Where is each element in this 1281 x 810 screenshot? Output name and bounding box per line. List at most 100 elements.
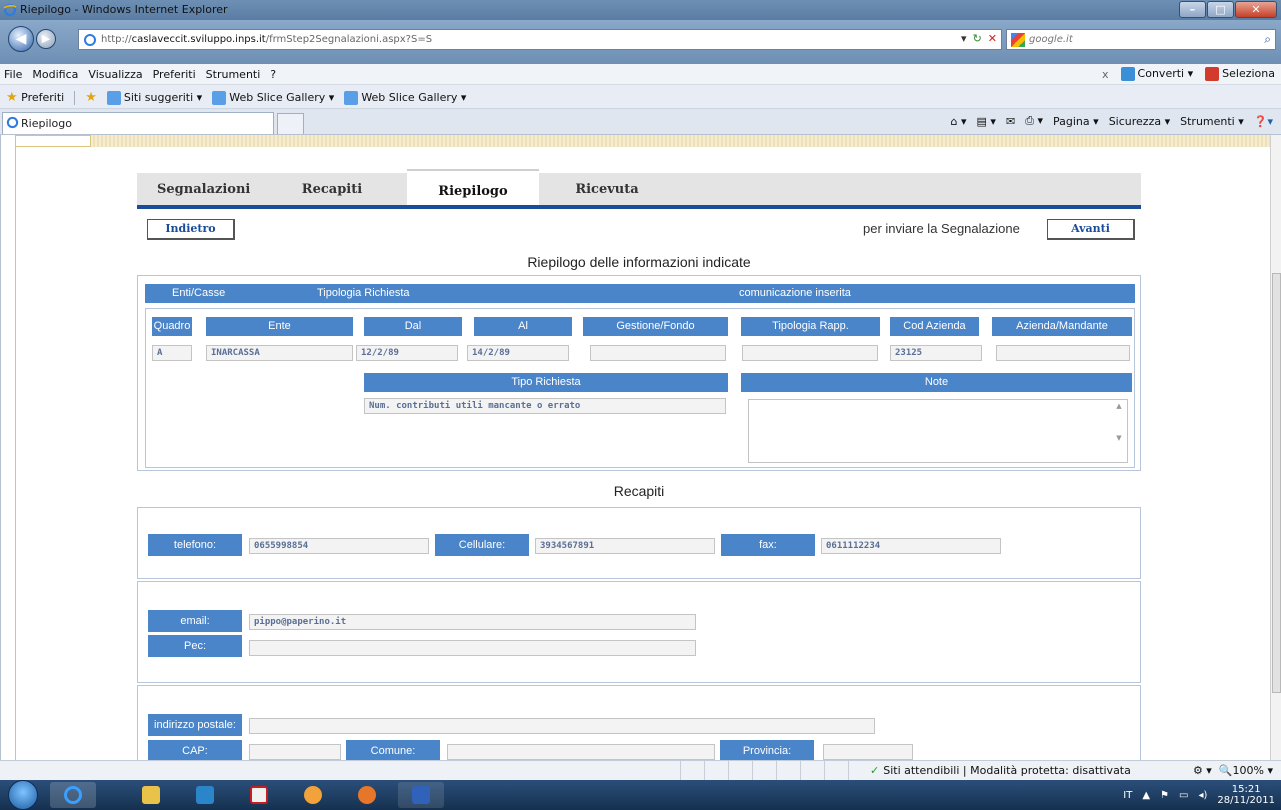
field-ente: INARCASSA: [206, 345, 353, 361]
next-button[interactable]: Avanti: [1047, 219, 1135, 240]
tray-arrow-icon[interactable]: ▲: [1142, 790, 1150, 801]
network-icon[interactable]: ▭: [1179, 790, 1188, 801]
close-button[interactable]: ✕: [1235, 1, 1277, 18]
security-menu[interactable]: Sicurezza ▾: [1109, 115, 1170, 128]
note-textarea[interactable]: ▲ ▼: [748, 399, 1128, 463]
band-comunicazione: comunicazione inserita: [739, 287, 851, 299]
window-title: Riepilogo - Windows Internet Explorer: [20, 3, 228, 16]
search-box[interactable]: google.it ⌕: [1006, 29, 1276, 50]
fav-web-slice-1[interactable]: Web Slice Gallery ▾: [212, 90, 334, 105]
summary-band: Enti/Casse Tipologia Richiesta comunicaz…: [145, 284, 1135, 303]
volume-icon[interactable]: ◂): [1198, 790, 1207, 801]
fav-web-slice-2[interactable]: Web Slice Gallery ▾: [344, 90, 466, 105]
taskbar-media[interactable]: [182, 782, 228, 808]
add-favorite-icon[interactable]: ★: [85, 90, 97, 105]
taskbar-explorer[interactable]: [128, 782, 174, 808]
taskbar-acrobat[interactable]: [236, 782, 282, 808]
new-tab-button[interactable]: [277, 113, 304, 134]
menu-visualizza[interactable]: Visualizza: [88, 68, 142, 81]
tab-ricevuta[interactable]: Ricevuta: [557, 173, 657, 205]
fax-label: fax:: [721, 534, 815, 556]
menu-modifica[interactable]: Modifica: [32, 68, 78, 81]
cellulare-field: 3934567891: [535, 538, 715, 554]
cap-field: [249, 744, 341, 760]
field-gestione: [590, 345, 726, 361]
taskbar-app-orange[interactable]: [290, 782, 336, 808]
menu-preferiti[interactable]: Preferiti: [153, 68, 196, 81]
forward-arrow-icon[interactable]: ▶: [36, 29, 56, 49]
tab-title: Riepilogo: [21, 117, 73, 130]
field-dal: 12/2/89: [356, 345, 458, 361]
flag-icon[interactable]: ⚑: [1160, 790, 1169, 801]
header-note: Note: [741, 373, 1132, 392]
dropdown-arrow-icon[interactable]: ▾: [961, 32, 967, 45]
taskbar-word[interactable]: [398, 782, 444, 808]
provincia-label: Provincia:: [720, 740, 814, 760]
help-icon[interactable]: ❓▾: [1254, 115, 1273, 128]
browser-tab-riepilogo[interactable]: Riepilogo: [2, 112, 274, 134]
page-menu[interactable]: Pagina ▾: [1053, 115, 1099, 128]
page-icon: [212, 90, 227, 105]
search-icon[interactable]: ⌕: [1264, 32, 1271, 47]
tab-riepilogo[interactable]: Riepilogo: [407, 169, 539, 205]
indirizzo-label: indirizzo postale:: [148, 714, 242, 736]
scrollbar-thumb[interactable]: [1272, 273, 1281, 693]
close-toolbar-icon[interactable]: x: [1102, 68, 1109, 81]
page-icon: [344, 90, 359, 105]
back-arrow-icon[interactable]: ◀: [8, 26, 34, 52]
mail-icon[interactable]: ✉: [1006, 115, 1015, 128]
recapiti-title: Recapiti: [613, 483, 665, 499]
favorites-button[interactable]: ★ Preferiti: [6, 90, 64, 105]
menu-strumenti[interactable]: Strumenti: [206, 68, 261, 81]
print-icon[interactable]: ⎙ ▾: [1025, 114, 1043, 128]
tab-recapiti[interactable]: Recapiti: [277, 173, 387, 205]
tools-menu[interactable]: Strumenti ▾: [1180, 115, 1244, 128]
textarea-scrollbar[interactable]: ▲ ▼: [1113, 402, 1125, 460]
navigation-bar: ◀ ▶ http://caslaveccit.sviluppo.inps.it/…: [0, 20, 1281, 64]
internet-explorer-icon: [6, 116, 19, 129]
convert-icon: [1120, 67, 1135, 81]
language-indicator[interactable]: IT: [1123, 790, 1132, 801]
stop-icon[interactable]: ✕: [988, 32, 997, 45]
maximize-button[interactable]: □: [1207, 1, 1234, 18]
page-icon: [106, 90, 121, 105]
zoom-level[interactable]: ⚙ ▾ 🔍100% ▾: [1193, 764, 1273, 777]
taskbar-ie[interactable]: [50, 782, 96, 808]
menu-file[interactable]: File: [4, 68, 22, 81]
back-button[interactable]: Indietro: [147, 219, 235, 240]
pec-label: Pec:: [148, 635, 242, 657]
send-label: per inviare la Segnalazione: [863, 221, 1020, 236]
security-zone[interactable]: ✓ Siti attendibili | Modalità protetta: d…: [870, 764, 1131, 777]
tab-segnalazioni[interactable]: Segnalazioni: [157, 173, 250, 205]
pec-field: [249, 640, 696, 656]
detail-box: Quadro Ente Dal Al Gestione/Fondo Tipolo…: [145, 308, 1135, 468]
header-ente: Ente: [206, 317, 353, 336]
email-field: pippo@paperino.it: [249, 614, 696, 630]
provincia-field: [823, 744, 913, 760]
taskbar-app-ball[interactable]: [344, 782, 390, 808]
app-tabs: Segnalazioni Recapiti Riepilogo Ricevuta: [137, 169, 1141, 209]
cap-label: CAP:: [148, 740, 242, 760]
clock[interactable]: 15:21 28/11/2011: [1217, 784, 1275, 806]
convert-button[interactable]: Converti ▾: [1120, 67, 1193, 81]
home-icon[interactable]: ⌂ ▾: [951, 115, 967, 128]
page-viewport: Segnalazioni Recapiti Riepilogo Ricevuta…: [0, 135, 1270, 760]
internet-explorer-icon: [64, 786, 82, 804]
feeds-icon[interactable]: ▤ ▾: [977, 115, 996, 128]
start-button[interactable]: [8, 780, 38, 810]
refresh-icon[interactable]: ↻: [973, 32, 982, 45]
select-button[interactable]: Seleziona: [1205, 67, 1275, 81]
summary-panel: Enti/Casse Tipologia Richiesta comunicaz…: [137, 275, 1141, 471]
fav-suggested-sites[interactable]: Siti suggeriti ▾: [106, 90, 202, 105]
telefono-field: 0655998854: [249, 538, 429, 554]
address-bar[interactable]: http://caslaveccit.sviluppo.inps.it/frmS…: [78, 29, 1002, 50]
header-al: Al: [474, 317, 572, 336]
minimize-button[interactable]: –: [1179, 1, 1206, 18]
email-panel: email: pippo@paperino.it Pec:: [137, 581, 1141, 683]
page-icon: [84, 34, 96, 46]
band-enti-casse: Enti/Casse: [172, 287, 226, 299]
menu-help[interactable]: ?: [270, 68, 276, 81]
browser-tab-row: Riepilogo ⌂ ▾ ▤ ▾ ✉ ⎙ ▾ Pagina ▾ Sicurez…: [0, 109, 1281, 135]
page-scrollbar[interactable]: [1270, 135, 1281, 760]
indirizzo-field: [249, 718, 875, 734]
